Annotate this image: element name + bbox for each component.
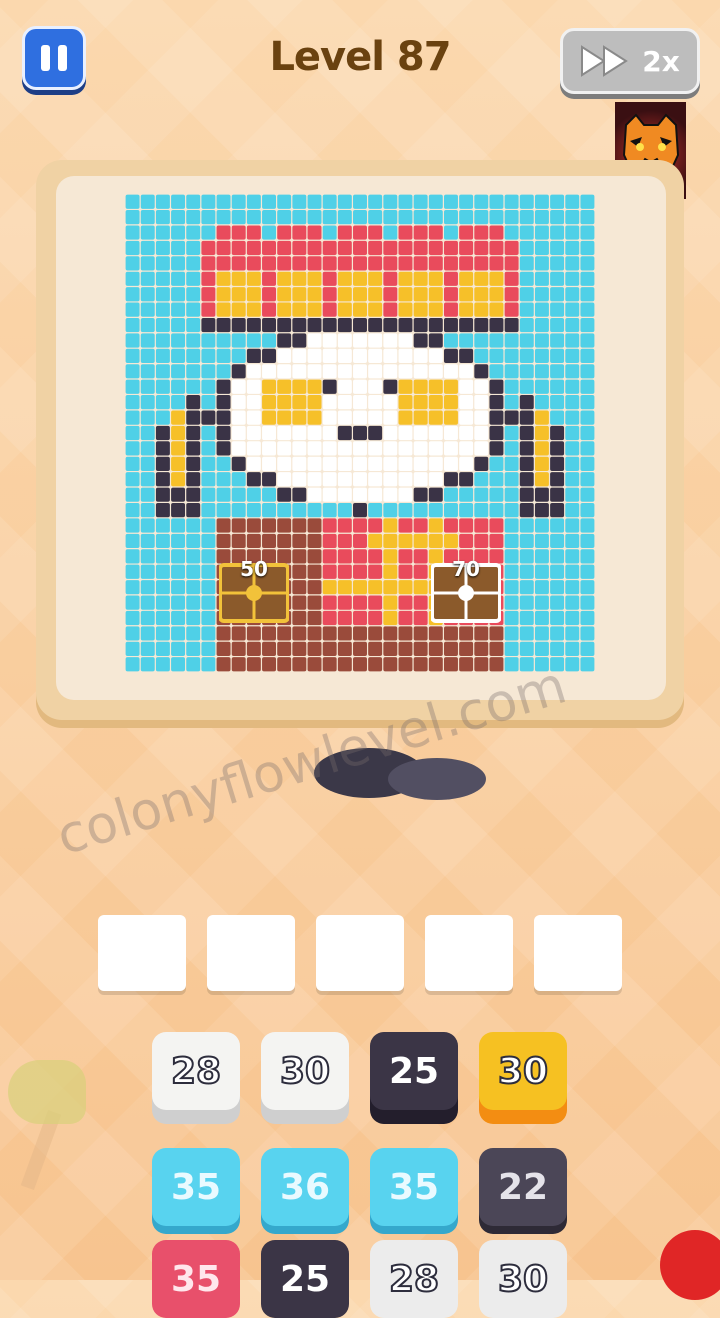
- shooter-block[interactable]: 35: [370, 1148, 458, 1226]
- treasure-chest-50[interactable]: 50: [218, 557, 290, 623]
- chest-value: 70: [452, 557, 480, 581]
- tray-slot-4[interactable]: [425, 915, 513, 991]
- decor-ball: [660, 1230, 720, 1300]
- shooter-block[interactable]: 35: [152, 1148, 240, 1226]
- decor-blob: [8, 1060, 86, 1124]
- shooter-block[interactable]: 25: [261, 1240, 349, 1318]
- treasure-chest-70[interactable]: 70: [430, 557, 502, 623]
- shooter-block[interactable]: 35: [152, 1240, 240, 1318]
- chest-value: 50: [240, 557, 268, 581]
- shooter-block[interactable]: 22: [479, 1148, 567, 1226]
- shooter-block[interactable]: 30: [479, 1032, 567, 1110]
- shooter-block[interactable]: 28: [152, 1032, 240, 1110]
- pixel-art-grid: [125, 194, 595, 672]
- speed-label: 2x: [642, 44, 680, 78]
- speed-toggle-button[interactable]: 2x: [560, 28, 700, 94]
- tray-slot-5[interactable]: [534, 915, 622, 991]
- tray-slot-2[interactable]: [207, 915, 295, 991]
- shooter-block[interactable]: 30: [261, 1032, 349, 1110]
- shooter-block[interactable]: 36: [261, 1148, 349, 1226]
- fast-forward-icon: [581, 45, 629, 77]
- tray-slot-1[interactable]: [98, 915, 186, 991]
- shooter-block[interactable]: 30: [479, 1240, 567, 1318]
- shooter-block[interactable]: 28: [370, 1240, 458, 1318]
- tray-slot-3[interactable]: [316, 915, 404, 991]
- shooter-block[interactable]: 25: [370, 1032, 458, 1110]
